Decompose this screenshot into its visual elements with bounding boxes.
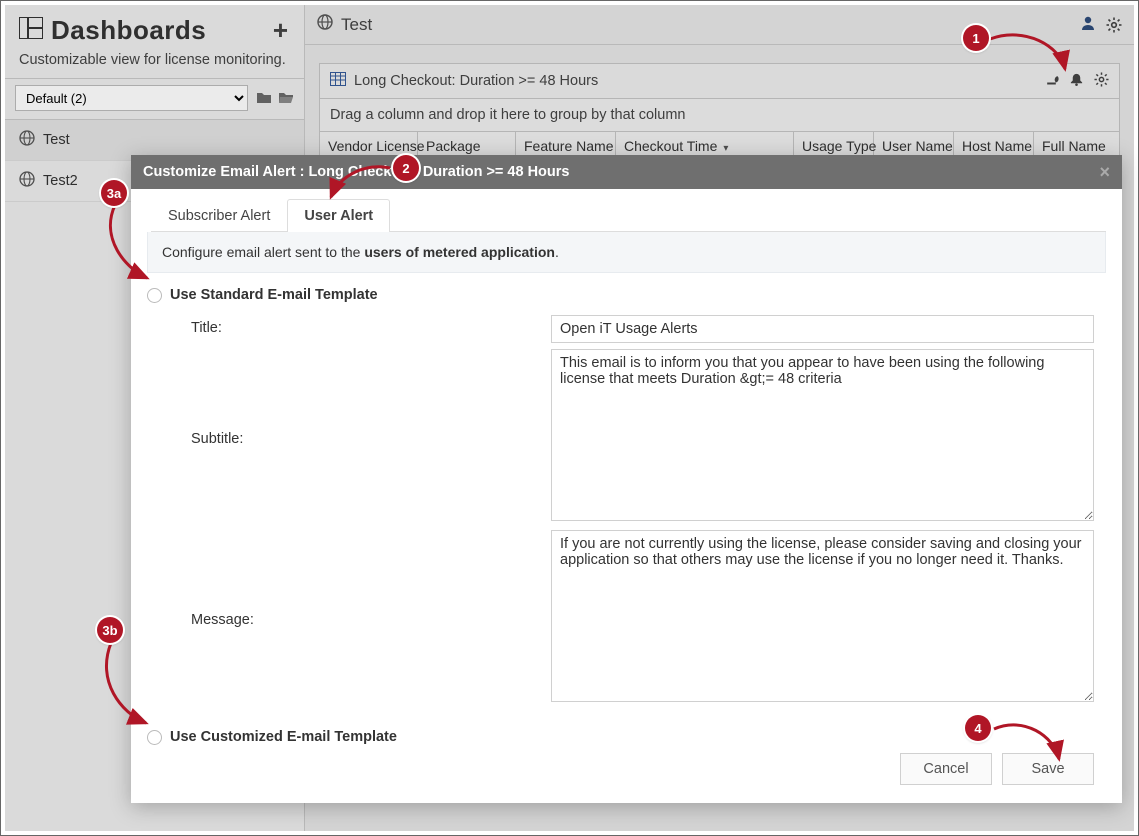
wrench-icon[interactable]	[1044, 72, 1059, 90]
label-title: Title:	[191, 315, 551, 336]
modal-title: Customize Email Alert : Long Checkout: D…	[143, 164, 569, 180]
folder-open-icon[interactable]	[278, 90, 294, 107]
annotation-badge-2: 2	[393, 155, 419, 181]
dashboards-heading: Dashboards	[19, 15, 206, 46]
widget-panel: Long Checkout: Duration >= 48 Hours Drag…	[319, 63, 1120, 161]
globe-icon	[19, 171, 35, 191]
panel-title-text: Long Checkout: Duration >= 48 Hours	[354, 73, 598, 89]
customize-email-alert-modal: Customize Email Alert : Long Checkout: D…	[131, 155, 1122, 803]
radio-standard-template[interactable]: Use Standard E-mail Template	[147, 287, 1106, 303]
app-frame: Dashboards + Customizable view for licen…	[0, 0, 1139, 836]
annotation-badge-3b: 3b	[97, 617, 123, 643]
tab-info-text: Configure email alert sent to the users …	[147, 232, 1106, 273]
table-icon	[330, 72, 346, 90]
radio-icon	[147, 730, 162, 745]
save-button[interactable]: Save	[1002, 753, 1094, 785]
annotation-badge-3a: 3a	[101, 180, 127, 206]
sort-caret-icon: ▾	[723, 143, 728, 154]
title-input[interactable]	[551, 315, 1094, 343]
message-textarea[interactable]	[551, 530, 1094, 702]
dashboards-subtitle: Customizable view for license monitoring…	[5, 52, 304, 78]
globe-icon	[317, 14, 333, 35]
radio-custom-template[interactable]: Use Customized E-mail Template	[147, 729, 1106, 745]
add-dashboard-button[interactable]: +	[269, 15, 292, 46]
sidebar-item-label: Test	[43, 132, 70, 148]
radio-icon	[147, 288, 162, 303]
page-title: Test	[341, 15, 372, 35]
dashboards-title-text: Dashboards	[51, 15, 206, 46]
label-message: Message:	[191, 607, 551, 628]
bell-icon[interactable]	[1069, 72, 1084, 90]
close-icon[interactable]: ×	[1099, 163, 1110, 181]
dashboard-group-select[interactable]: Default (2)	[15, 85, 248, 111]
folder-closed-icon[interactable]	[256, 90, 272, 107]
gear-icon[interactable]	[1106, 17, 1122, 33]
grouping-drop-zone[interactable]: Drag a column and drop it here to group …	[320, 99, 1119, 132]
gear-icon[interactable]	[1094, 72, 1109, 90]
dashboard-icon	[19, 15, 43, 46]
label-subtitle: Subtitle:	[191, 426, 551, 447]
user-icon[interactable]	[1080, 15, 1096, 34]
tab-subscriber-alert[interactable]: Subscriber Alert	[151, 199, 287, 232]
annotation-badge-4: 4	[965, 715, 991, 741]
globe-icon	[19, 130, 35, 150]
tab-user-alert[interactable]: User Alert	[287, 199, 390, 232]
cancel-button[interactable]: Cancel	[900, 753, 992, 785]
annotation-badge-1: 1	[963, 25, 989, 51]
sidebar-item-label: Test2	[43, 173, 78, 189]
subtitle-textarea[interactable]	[551, 349, 1094, 521]
